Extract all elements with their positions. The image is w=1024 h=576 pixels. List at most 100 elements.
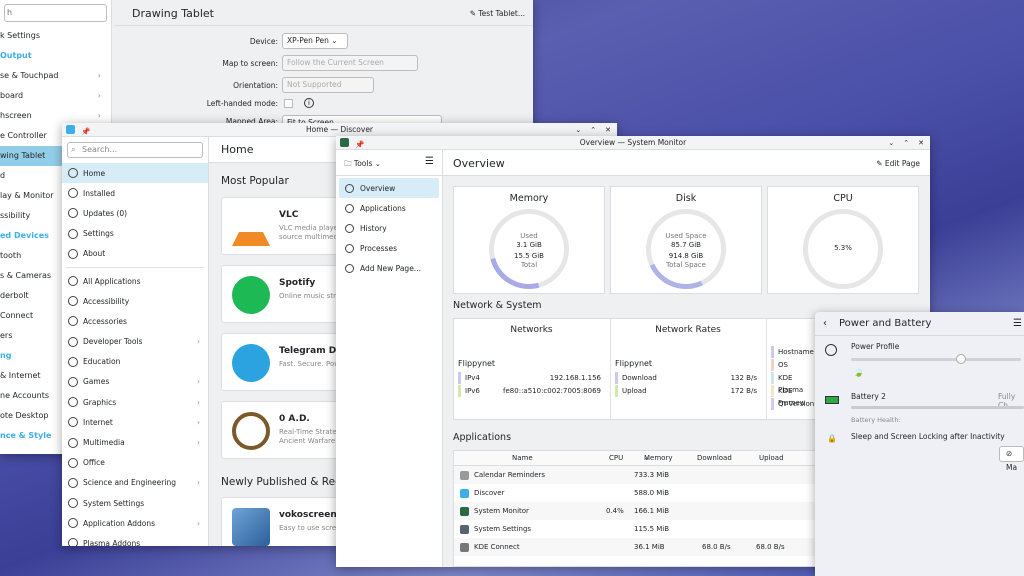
sidebar-item-label: Application Addons	[83, 518, 156, 528]
col-cpu[interactable]: CPU	[609, 451, 623, 466]
divider	[66, 266, 204, 268]
power-profile-slider[interactable]	[851, 358, 1021, 361]
sidebar-item[interactable]: Plasma Addons	[62, 533, 208, 546]
hamburger-menu-icon[interactable]: ☰	[425, 156, 434, 167]
power-profile-icon	[825, 344, 837, 356]
sidebar-item[interactable]: About	[62, 244, 208, 264]
chevron-right-icon: ›	[97, 91, 101, 100]
sidebar-item[interactable]: Graphics ›	[62, 392, 208, 412]
sidebar-item[interactable]: All Applications	[62, 271, 208, 291]
sidebar-item-label: Games	[83, 377, 110, 387]
col-memory[interactable]: Memory ⌄	[644, 451, 672, 466]
sidebar-item[interactable]: Accessories	[62, 311, 208, 331]
sidebar-item[interactable]: Developer Tools ›	[62, 332, 208, 352]
discover-search-input[interactable]: ⌕ Search...	[67, 142, 203, 158]
sidebar-item[interactable]: k Settings	[0, 26, 111, 46]
most-popular-heading: Most Popular	[221, 175, 289, 187]
test-tablet-button[interactable]: ✎ Test Tablet...	[470, 9, 525, 18]
sidebar-item[interactable]: board ›	[0, 86, 111, 106]
minimize-icon[interactable]: ⌄	[575, 123, 581, 137]
tools-menu[interactable]: 🗀 Tools ⌄	[344, 158, 381, 171]
sidebar-item-label: Updates (0)	[83, 208, 128, 218]
network-system-heading: Network & System	[453, 300, 542, 311]
sidebar-item-label: derbolt	[0, 291, 29, 300]
sidebar-item-label: & Internet	[0, 371, 41, 380]
cell-name: System Monitor	[474, 507, 529, 515]
sidebar-item[interactable]: Home	[62, 163, 208, 184]
sidebar-item[interactable]: Processes	[339, 238, 439, 258]
sidebar-item[interactable]: Internet ›	[62, 412, 208, 432]
back-arrow-icon[interactable]: ‹	[823, 312, 827, 336]
sidebar-item-label: Science and Engineering	[83, 478, 176, 488]
sidebar-item[interactable]: Office	[62, 453, 208, 473]
col-upload[interactable]: Upload	[759, 451, 784, 466]
manual-inhibit-button[interactable]: ⊘ Ma	[999, 446, 1024, 472]
disk-used-value: 85.7 GiB	[671, 241, 701, 249]
app-row-icon	[460, 543, 469, 552]
sidebar-item-label: se & Touchpad	[0, 71, 59, 80]
power-profile-label: Power Profile	[851, 342, 900, 351]
networks-column: Networks Flippynet IPv4 192.168.1.156 IPv…	[454, 319, 609, 419]
cpu-card: CPU 5.3%	[767, 186, 919, 294]
hamburger-menu-icon[interactable]: ☰	[1013, 312, 1022, 336]
disk-total-label: Total Space	[666, 261, 706, 269]
sidebar-item[interactable]: Multimedia ›	[62, 432, 208, 452]
sidebar-item-label: Home	[83, 168, 106, 178]
cell-name: KDE Connect	[474, 543, 520, 551]
col-download[interactable]: Download	[697, 451, 732, 466]
sidebar-item[interactable]: se & Touchpad ›	[0, 66, 111, 86]
memory-used-value: 3.1 GiB	[516, 241, 542, 249]
sidebar-item-label: System Settings	[83, 498, 145, 508]
slider-handle[interactable]	[956, 354, 966, 364]
edit-page-button[interactable]: ✎ Edit Page	[876, 159, 920, 168]
settings-search-input[interactable]: h	[4, 4, 107, 22]
sidebar-item[interactable]: Application Addons ›	[62, 513, 208, 533]
discover-titlebar[interactable]: 📌 Home — Discover ⌄ ⌃ ✕	[62, 123, 617, 137]
app-row-icon	[460, 507, 469, 516]
map-screen-combo[interactable]: Follow the Current Screen	[282, 55, 418, 71]
left-handed-checkbox[interactable]	[284, 99, 293, 108]
discover-sidebar: ⌕ Search... Home Installed Updates (0) Setti…	[62, 137, 209, 546]
sidebar-item[interactable]: Applications	[339, 198, 439, 218]
sidebar-item[interactable]: Games ›	[62, 372, 208, 392]
app-icon	[232, 208, 270, 246]
power-header: ‹ Power and Battery ☰	[815, 312, 1024, 336]
close-icon[interactable]: ✕	[918, 136, 924, 150]
info-icon[interactable]: i	[304, 98, 314, 108]
category-icon	[68, 397, 78, 408]
cell-mem: 115.5 MiB	[634, 525, 670, 533]
sidebar-item-label: d	[0, 171, 6, 180]
sidebar-item[interactable]: Add New Page...	[339, 258, 439, 278]
sidebar-item[interactable]: Education	[62, 352, 208, 372]
minimize-icon[interactable]: ⌄	[888, 136, 894, 150]
disk-ring: Used Space 85.7 GiB 914.8 GiB Total Spac…	[634, 197, 738, 301]
maximize-icon[interactable]: ⌃	[903, 136, 909, 150]
sidebar-item[interactable]: Accessibility	[62, 291, 208, 311]
battery-bar	[851, 406, 1024, 409]
sidebar-item-label: Installed	[83, 188, 115, 198]
maximize-icon[interactable]: ⌃	[590, 123, 596, 137]
sidebar-item[interactable]: Overview	[339, 178, 439, 198]
page-icon	[345, 223, 354, 233]
app-name: 0 A.D.	[279, 414, 310, 424]
memory-ring: Used 3.1 GiB 15.5 GiB Total	[474, 194, 584, 304]
sidebar-item: Output	[0, 46, 111, 66]
page-icon	[345, 243, 354, 253]
sidebar-item[interactable]: History	[339, 218, 439, 238]
rates-title: Network Rates	[655, 325, 721, 335]
orientation-combo[interactable]: Not Supported	[282, 77, 374, 93]
app-name: VLC	[279, 210, 299, 220]
sidebar-item[interactable]: Updates (0)	[62, 203, 208, 223]
cell-name: System Settings	[474, 525, 532, 533]
cell-cpu: 0.4%	[606, 507, 624, 515]
close-icon[interactable]: ✕	[605, 123, 611, 137]
sysmon-titlebar[interactable]: 📌 Overview — System Monitor ⌄ ⌃ ✕	[336, 136, 930, 150]
sidebar-item[interactable]: Settings	[62, 224, 208, 244]
sidebar-item[interactable]: Science and Engineering ›	[62, 473, 208, 493]
sidebar-item[interactable]: Installed	[62, 183, 208, 203]
sidebar-item[interactable]: System Settings	[62, 493, 208, 513]
device-combo[interactable]: XP-Pen Pen ⌄	[282, 33, 348, 49]
col-name[interactable]: Name	[512, 451, 533, 466]
chevron-right-icon: ›	[197, 438, 200, 448]
disk-total-value: 914.8 GiB	[668, 252, 704, 260]
